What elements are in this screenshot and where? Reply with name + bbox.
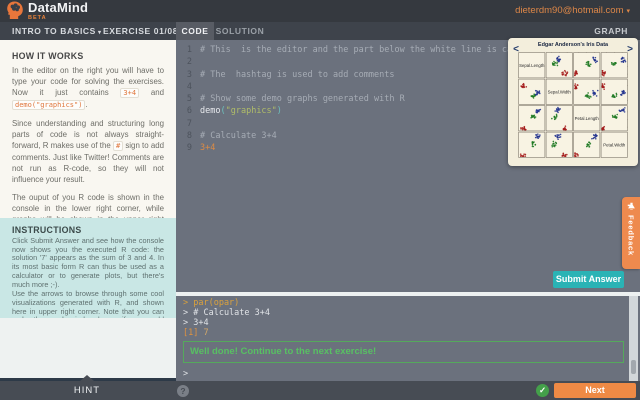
logo[interactable]: DataMind BETA bbox=[6, 1, 88, 21]
datamind-app: DataMind BETA dieterdm90@hotmail.com ▾ IN… bbox=[0, 0, 640, 400]
console-line: > 3+4 bbox=[183, 318, 209, 328]
console-line: > # Calculate 3+4 bbox=[183, 308, 270, 318]
console-scrollbar-thumb[interactable] bbox=[631, 360, 636, 374]
code-chip: demo("graphics") bbox=[12, 100, 86, 110]
svg-text:Petal.Width: Petal.Width bbox=[603, 142, 626, 147]
megaphone-icon bbox=[627, 202, 635, 210]
tab-code[interactable]: CODE bbox=[176, 22, 214, 40]
graph-window[interactable]: Edgar Anderson's Iris Data < > Sepal.Len… bbox=[508, 38, 638, 166]
line-number: 4 bbox=[186, 81, 192, 92]
console-prompt[interactable]: > bbox=[183, 369, 624, 379]
how-it-works-section: HOW IT WORKS In the editor on the right … bbox=[0, 40, 176, 218]
line-number: 7 bbox=[186, 118, 192, 129]
help-icon[interactable]: ? bbox=[177, 385, 189, 397]
sidebar-spacer bbox=[0, 318, 176, 378]
how-it-works-p2: Since understanding and structuring long… bbox=[12, 119, 164, 184]
console-line: > par(opar) bbox=[183, 298, 240, 308]
instructions-title: INSTRUCTIONS bbox=[12, 225, 82, 235]
feedback-label: Feedback bbox=[626, 215, 636, 256]
account-email: dieterdm90@hotmail.com bbox=[515, 5, 624, 16]
how-it-works-title: HOW IT WORKS bbox=[12, 51, 84, 61]
graph-title: Edgar Anderson's Iris Data bbox=[537, 42, 609, 48]
top-bar: DataMind BETA dieterdm90@hotmail.com ▾ bbox=[0, 0, 640, 22]
brain-head-icon bbox=[7, 1, 23, 19]
console-output: > par(opar) > # Calculate 3+4 > 3+4 [1] 7 bbox=[183, 298, 624, 338]
course-dropdown[interactable]: INTRO TO BASICS ▾ bbox=[12, 22, 102, 40]
app-title: DataMind bbox=[28, 0, 89, 15]
submit-answer-button[interactable]: Submit Answer bbox=[553, 271, 624, 288]
line-number: 2 bbox=[186, 57, 192, 68]
line-number: 1 bbox=[186, 45, 192, 55]
exercise-dropdown[interactable]: EXERCISE 01/08▾ bbox=[103, 22, 184, 40]
svg-text:Sepal.Width: Sepal.Width bbox=[548, 89, 572, 94]
assignment-sidebar: HOW IT WORKS In the editor on the right … bbox=[0, 40, 176, 381]
hint-button[interactable]: HINT bbox=[64, 381, 110, 400]
tab-solution[interactable]: SOLUTION bbox=[214, 22, 266, 40]
feedback-tab[interactable]: Feedback bbox=[622, 197, 640, 269]
svg-text:Sepal.Length: Sepal.Length bbox=[519, 63, 545, 68]
code-chip: 3+4 bbox=[120, 88, 140, 98]
next-button[interactable]: Next bbox=[554, 383, 636, 398]
svg-text:Petal.Length: Petal.Length bbox=[575, 116, 600, 121]
check-icon: ✓ bbox=[536, 384, 549, 397]
chevron-down-icon: ▾ bbox=[626, 8, 630, 15]
instructions-p2: Use the arrows to browse through some co… bbox=[12, 289, 164, 318]
line-number: 5 bbox=[186, 94, 192, 105]
line-number: 3 bbox=[186, 69, 192, 80]
r-console[interactable]: > par(opar) > # Calculate 3+4 > 3+4 [1] 7 W… bbox=[176, 296, 640, 381]
line-number: 9 bbox=[186, 143, 192, 154]
instructions-p1: Click Submit Answer and see how the cons… bbox=[12, 236, 164, 289]
console-scrollbar[interactable] bbox=[629, 296, 638, 381]
how-it-works-p3: The ouput of you R code is shown in the … bbox=[12, 193, 164, 218]
chevron-down-icon: ▾ bbox=[97, 30, 102, 36]
how-it-works-p1: In the editor on the right you will have… bbox=[12, 66, 164, 110]
instructions-section: INSTRUCTIONS Click Submit Answer and see… bbox=[0, 218, 176, 318]
line-number: 8 bbox=[186, 131, 192, 142]
beta-badge: BETA bbox=[28, 15, 47, 21]
success-message: Well done! Continue to the next exercise… bbox=[183, 341, 624, 363]
iris-pairs-plot: Sepal.Length Sepal.Width Petal.Length Petal… bbox=[518, 52, 628, 158]
code-chip: # bbox=[112, 141, 124, 151]
bottom-bar: HINT ? ✓ Next bbox=[0, 375, 640, 400]
account-menu[interactable]: dieterdm90@hotmail.com ▾ bbox=[515, 0, 630, 22]
line-number: 6 bbox=[186, 106, 192, 117]
console-line: [1] 7 bbox=[183, 328, 209, 338]
